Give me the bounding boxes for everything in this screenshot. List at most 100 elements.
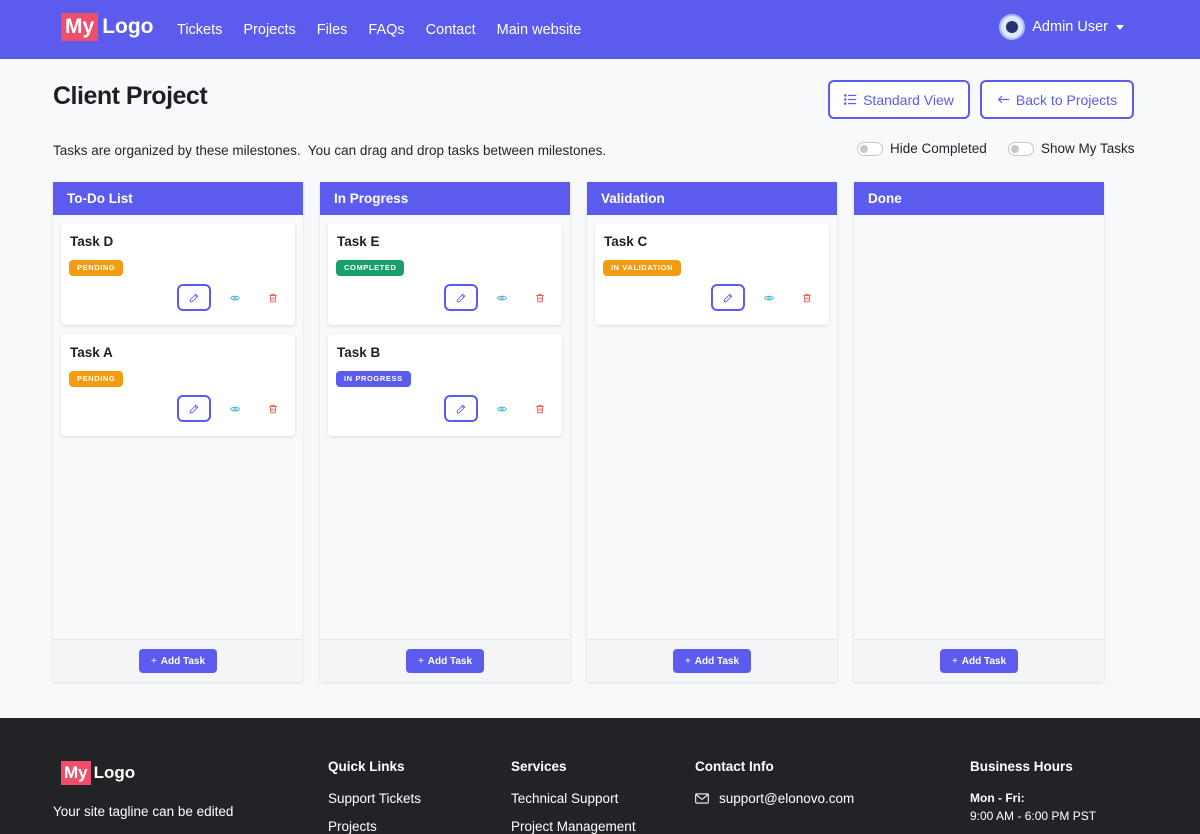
hide-completed-switch[interactable]	[857, 141, 883, 156]
add-task-label: Add Task	[427, 655, 473, 667]
page-title: Client Project	[53, 82, 208, 110]
task-card[interactable]: Task A PENDING	[61, 334, 295, 436]
delete-task-button[interactable]	[526, 395, 554, 422]
view-task-button[interactable]	[221, 284, 249, 311]
view-task-button[interactable]	[488, 284, 516, 311]
task-card[interactable]: Task D PENDING	[61, 223, 295, 325]
status-badge: IN VALIDATION	[603, 260, 682, 276]
column-title: In Progress	[320, 182, 570, 215]
arrow-left-icon	[997, 95, 1010, 104]
footer-link-technical-support[interactable]: Technical Support	[511, 791, 618, 806]
back-to-projects-label: Back to Projects	[1015, 91, 1118, 108]
hide-completed-label: Hide Completed	[890, 141, 987, 156]
task-actions	[711, 284, 821, 311]
milestone-column-done: Done + Add Task	[854, 182, 1104, 682]
logo-my-mark: My	[61, 761, 91, 785]
column-drop-zone[interactable]	[854, 215, 1104, 639]
task-title: Task A	[70, 345, 113, 360]
column-footer: + Add Task	[320, 639, 570, 682]
email-address: support@elonovo.com	[719, 791, 855, 806]
nav-link-projects[interactable]: Projects	[243, 22, 295, 38]
delete-task-button[interactable]	[793, 284, 821, 311]
status-badge: PENDING	[69, 260, 124, 276]
task-card[interactable]: Task E COMPLETED	[328, 223, 562, 325]
column-footer: + Add Task	[53, 639, 303, 682]
trash-icon	[536, 293, 544, 302]
status-badge: COMPLETED	[336, 260, 405, 276]
milestone-column-in-progress: In Progress Task E COMPLETED Task B IN P…	[320, 182, 570, 682]
task-title: Task B	[337, 345, 381, 360]
business-hours-days: Mon - Fri:	[970, 791, 1025, 805]
add-task-label: Add Task	[160, 655, 206, 667]
delete-task-button[interactable]	[259, 395, 287, 422]
edit-task-button[interactable]	[444, 284, 478, 311]
business-hours-time: 9:00 AM - 6:00 PM PST	[970, 809, 1097, 823]
pencil-icon	[189, 293, 199, 302]
column-footer: + Add Task	[587, 639, 837, 682]
edit-task-button[interactable]	[444, 395, 478, 422]
footer-link-project-management[interactable]: Project Management	[511, 819, 636, 834]
task-title: Task C	[604, 234, 648, 249]
task-card[interactable]: Task C IN VALIDATION	[595, 223, 829, 325]
logo-text: Logo	[93, 763, 136, 782]
plus-icon: +	[417, 655, 424, 667]
eye-icon	[230, 295, 240, 300]
contact-info-heading: Contact Info	[695, 759, 774, 774]
caret-down-icon	[1116, 24, 1124, 30]
column-drop-zone[interactable]: Task D PENDING Task A PENDING	[53, 215, 303, 639]
nav-link-contact[interactable]: Contact	[426, 22, 476, 38]
trash-icon	[269, 293, 277, 302]
site-logo[interactable]: My Logo	[61, 13, 154, 41]
standard-view-button[interactable]: Standard View	[828, 80, 970, 119]
column-drop-zone[interactable]: Task E COMPLETED Task B IN PROGRESS	[320, 215, 570, 639]
footer-link-support-tickets[interactable]: Support Tickets	[328, 791, 421, 806]
task-actions	[177, 284, 287, 311]
nav-link-files[interactable]: Files	[317, 22, 348, 38]
nav-link-tickets[interactable]: Tickets	[177, 22, 222, 38]
show-my-tasks-toggle[interactable]: Show My Tasks	[1008, 141, 1135, 156]
column-drop-zone[interactable]: Task C IN VALIDATION	[587, 215, 837, 639]
column-title: Done	[854, 182, 1104, 215]
view-task-button[interactable]	[221, 395, 249, 422]
status-badge: IN PROGRESS	[336, 371, 411, 387]
nav-links: Tickets Projects Files FAQs Contact Main…	[177, 0, 581, 59]
trash-icon	[803, 293, 811, 302]
edit-task-button[interactable]	[711, 284, 745, 311]
milestone-column-todo: To-Do List Task D PENDING Task A PENDING	[53, 182, 303, 682]
view-task-button[interactable]	[488, 395, 516, 422]
logo-my-mark: My	[61, 13, 99, 41]
edit-task-button[interactable]	[177, 395, 211, 422]
plus-icon: +	[150, 655, 157, 667]
hide-completed-toggle[interactable]: Hide Completed	[857, 141, 987, 156]
add-task-button[interactable]: + Add Task	[138, 649, 218, 673]
pencil-icon	[456, 404, 466, 413]
footer-email[interactable]: support@elonovo.com	[695, 791, 854, 806]
top-navbar: My Logo Tickets Projects Files FAQs Cont…	[0, 0, 1200, 59]
task-actions	[177, 395, 287, 422]
eye-icon	[497, 295, 507, 300]
add-task-button[interactable]: + Add Task	[939, 649, 1019, 673]
logo-text: Logo	[102, 15, 154, 38]
avatar	[999, 14, 1026, 40]
column-footer: + Add Task	[854, 639, 1104, 682]
add-task-button[interactable]: + Add Task	[405, 649, 485, 673]
nav-link-faqs[interactable]: FAQs	[368, 22, 404, 38]
list-icon	[844, 94, 857, 105]
delete-task-button[interactable]	[259, 284, 287, 311]
standard-view-label: Standard View	[863, 91, 954, 108]
task-card[interactable]: Task B IN PROGRESS	[328, 334, 562, 436]
footer-link-projects[interactable]: Projects	[328, 819, 377, 834]
view-task-button[interactable]	[755, 284, 783, 311]
delete-task-button[interactable]	[526, 284, 554, 311]
show-my-tasks-switch[interactable]	[1008, 141, 1034, 156]
business-hours-heading: Business Hours	[970, 759, 1073, 774]
edit-task-button[interactable]	[177, 284, 211, 311]
nav-link-main-website[interactable]: Main website	[497, 22, 582, 38]
user-menu-dropdown[interactable]: Admin User	[999, 13, 1124, 41]
footer-logo[interactable]: My Logo	[61, 761, 135, 785]
add-task-button[interactable]: + Add Task	[672, 649, 752, 673]
pencil-icon	[723, 293, 733, 302]
column-title: Validation	[587, 182, 837, 215]
back-to-projects-button[interactable]: Back to Projects	[980, 80, 1134, 119]
task-title: Task D	[70, 234, 114, 249]
